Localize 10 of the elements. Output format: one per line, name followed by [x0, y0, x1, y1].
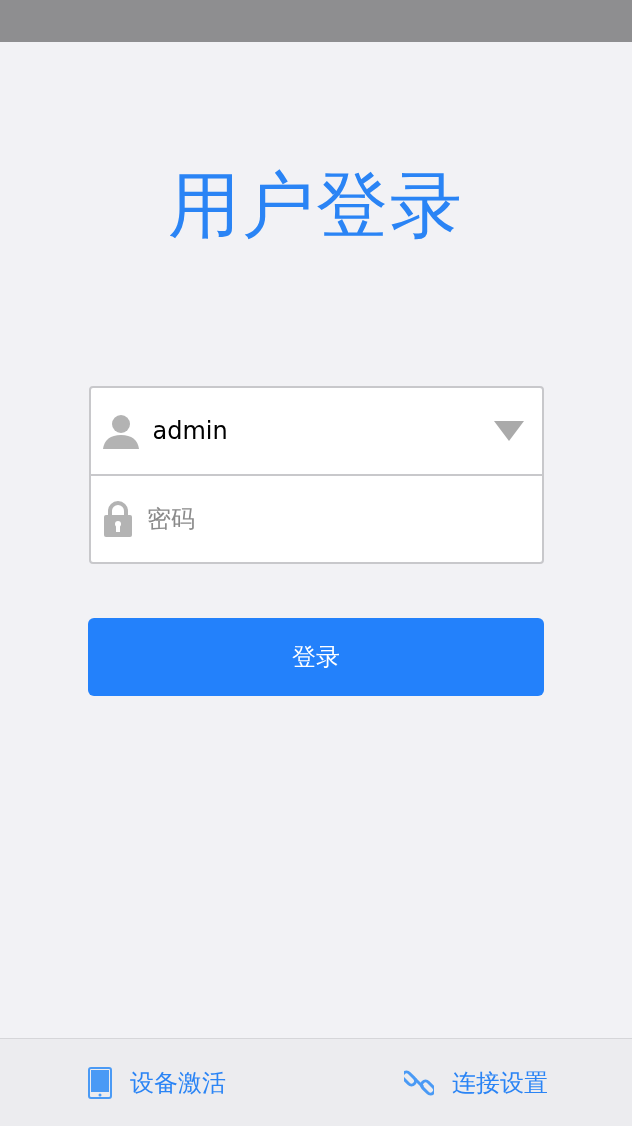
tablet-icon [88, 1066, 112, 1099]
username-field[interactable]: admin [152, 411, 480, 451]
bottom-link[interactable]: 设备激活 [130, 1066, 226, 1099]
dropdown-arrow-icon[interactable] [493, 421, 524, 441]
login-button[interactable]: 登录 [88, 618, 544, 696]
password-field[interactable]: 密码 [146, 499, 524, 539]
page-title: 用户登录 [167, 170, 465, 249]
bottom-link[interactable]: 连接设置 [452, 1066, 548, 1099]
user-icon [102, 413, 139, 449]
lock-icon [102, 501, 133, 537]
